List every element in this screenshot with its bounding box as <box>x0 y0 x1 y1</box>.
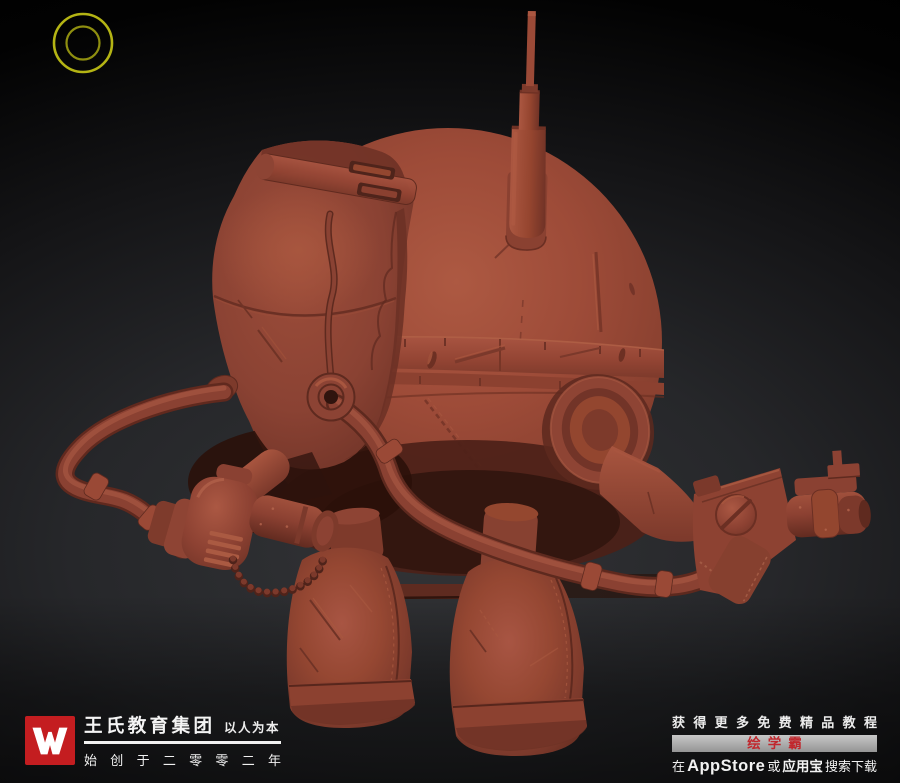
app-name-bar: 绘学霸 <box>672 735 877 752</box>
store-appstore: AppStore <box>687 757 766 775</box>
robot-model-canvas <box>52 10 871 756</box>
download-suffix: 搜索下载 <box>824 759 877 774</box>
robot-model <box>55 10 871 756</box>
brush-size-cursor-icon <box>52 12 114 74</box>
company-name: 王氏教育集团 <box>84 715 212 736</box>
company-established: 始创于二零零二年 <box>84 752 281 768</box>
company-slogan: 以人为本 <box>224 721 281 735</box>
company-watermark: 王氏教育集团 以人为本 始创于二零零二年 <box>25 715 281 769</box>
sculpt-viewport[interactable]: 王氏教育集团 以人为本 始创于二零零二年 获得更多免费精品教程 绘学霸 在 Ap… <box>0 0 900 783</box>
robot-gun-right <box>692 450 871 605</box>
store-yingyongbao: 应用宝 <box>782 759 823 774</box>
download-line: 在 AppStore 或 应用宝 搜索下载 <box>672 755 877 776</box>
download-prefix: 在 <box>672 759 686 774</box>
robot-antenna <box>505 10 548 251</box>
app-promo: 获得更多免费精品教程 绘学霸 在 AppStore 或 应用宝 搜索下载 <box>672 712 877 776</box>
robot-cable-ring <box>306 372 356 422</box>
download-or: 或 <box>767 759 781 774</box>
promo-line: 获得更多免费精品教程 <box>672 715 877 730</box>
robot-leg-left <box>286 547 415 728</box>
watermark-divider <box>84 741 281 744</box>
app-name: 绘学霸 <box>747 735 809 751</box>
sculpt-app-window: { "viewport": { "background_top": "#0000… <box>0 0 900 783</box>
company-logo <box>25 716 75 765</box>
company-logo-w-icon <box>32 727 68 754</box>
